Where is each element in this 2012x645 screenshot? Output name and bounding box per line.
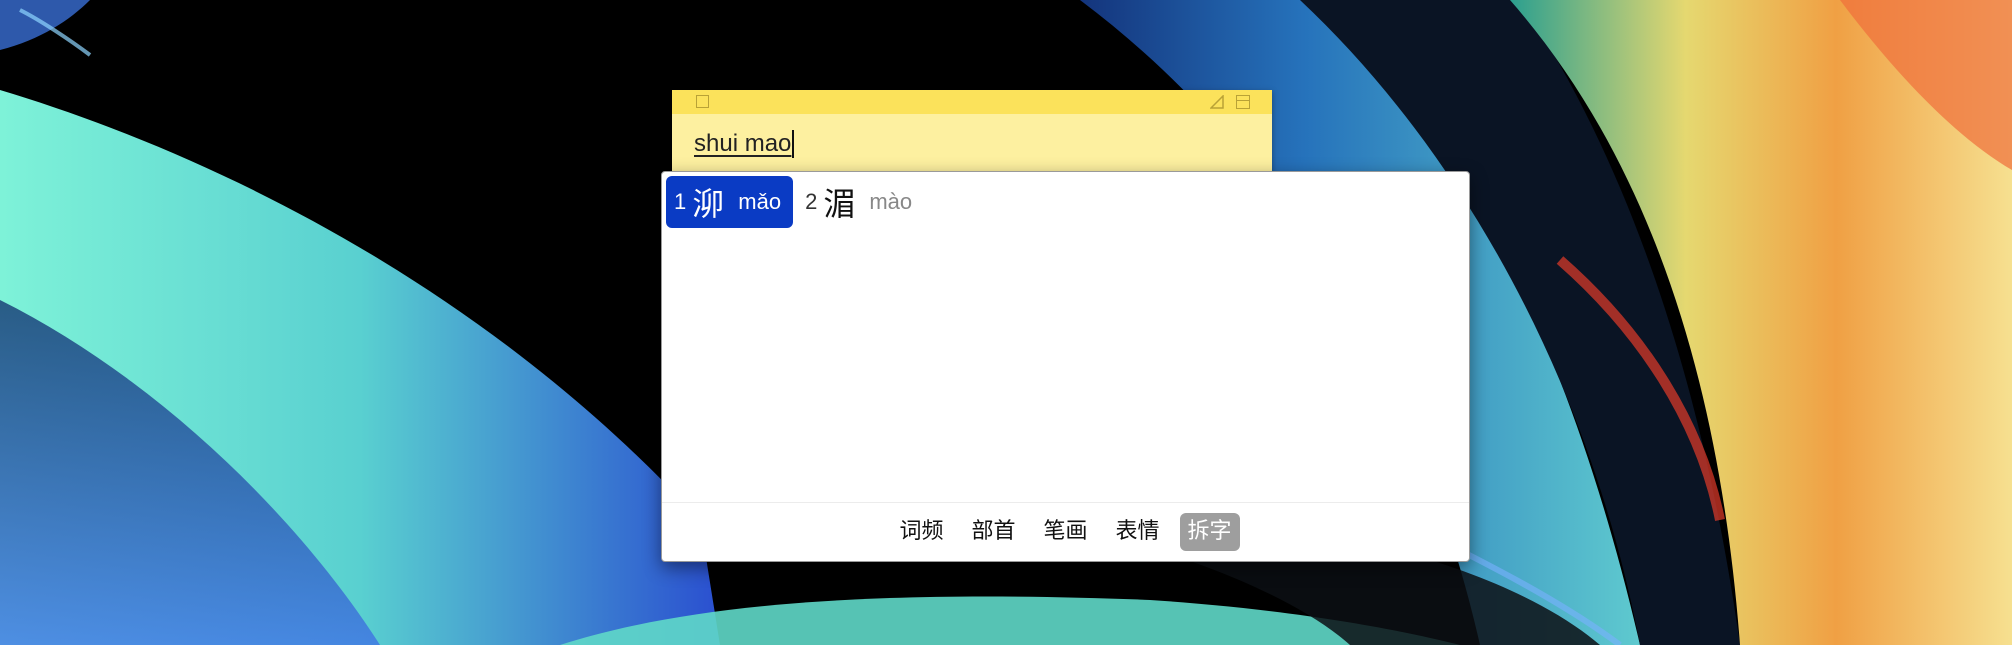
candidate-list: 1 泖 mǎo 2 湄 mào xyxy=(666,176,928,228)
collapse-icon[interactable] xyxy=(1236,95,1250,109)
resize-corner-icon[interactable] xyxy=(1210,95,1224,109)
tab-strokes[interactable]: 笔画 xyxy=(1035,513,1095,551)
candidate-index: 1 xyxy=(674,189,687,214)
ime-candidate-window: 1 泖 mǎo 2 湄 mào 词频 部首 笔画 表情 拆字 xyxy=(661,171,1470,562)
candidate-2[interactable]: 2 湄 mào xyxy=(797,176,924,228)
candidate-1[interactable]: 1 泖 mǎo xyxy=(666,176,794,228)
tab-emoji[interactable]: 表情 xyxy=(1108,513,1168,551)
close-icon[interactable] xyxy=(696,95,709,108)
tab-radical[interactable]: 部首 xyxy=(963,513,1023,551)
tab-split-character[interactable]: 拆字 xyxy=(1179,513,1240,551)
text-caret xyxy=(792,130,795,158)
ime-sort-toolbar: 词频 部首 笔画 表情 拆字 xyxy=(662,512,1469,552)
composing-text: shui mao xyxy=(694,130,792,157)
sticky-titlebar[interactable] xyxy=(672,90,1272,114)
candidate-char: 泖 xyxy=(692,185,725,223)
candidate-index: 2 xyxy=(805,189,818,214)
candidate-pinyin: mǎo xyxy=(738,189,782,214)
tab-frequency[interactable]: 词频 xyxy=(891,513,951,551)
candidate-pinyin: mào xyxy=(869,189,913,214)
sticky-text-area[interactable]: shui mao xyxy=(694,130,795,158)
candidate-char: 湄 xyxy=(823,185,856,223)
sticky-note-window[interactable]: shui mao xyxy=(672,90,1272,176)
toolbar-divider xyxy=(662,502,1469,503)
